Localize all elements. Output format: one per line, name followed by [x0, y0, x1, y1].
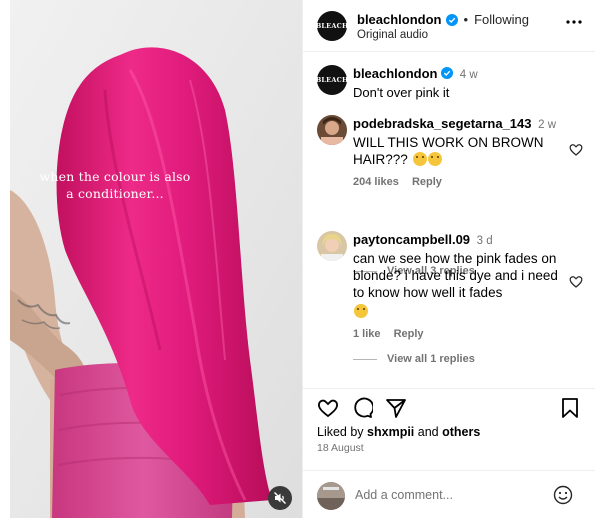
emoji-picker-icon[interactable]: [553, 485, 573, 505]
post-media[interactable]: when the colour is also a conditioner...: [10, 0, 302, 518]
reply-button[interactable]: Reply: [412, 176, 442, 188]
comment-text: can we see how the pink fades on blonde?…: [353, 251, 558, 300]
replies-divider: [353, 358, 377, 360]
avatar-image: [317, 115, 347, 145]
post-date[interactable]: 18 August: [317, 442, 364, 454]
bookmark-icon[interactable]: [559, 397, 581, 419]
post-actions: Liked by shxmpii and others 18 August: [303, 388, 595, 468]
speaker-muted-icon: [274, 492, 286, 504]
avatar-image: [317, 231, 347, 261]
overlay-line-2: a conditioner...: [66, 186, 164, 201]
comment-body: podebradska_segetarna_143 2 w WILL THIS …: [353, 115, 563, 191]
comment-text-row: can we see how the pink fades on blonde?…: [353, 250, 563, 320]
mute-button[interactable]: [268, 486, 292, 510]
header-username[interactable]: bleachlondon: [357, 12, 442, 27]
header-username-row: bleachlondon • Following: [357, 12, 529, 27]
comments-list[interactable]: BLEACH bleachlondon 4 w Don't over pink …: [303, 53, 595, 388]
avatar-image: [317, 482, 345, 510]
liked-prefix: Liked by: [317, 425, 364, 439]
verified-badge-icon: [445, 13, 458, 26]
heart-icon[interactable]: [569, 143, 583, 157]
heart-icon[interactable]: [317, 397, 339, 419]
share-icon[interactable]: [385, 397, 407, 419]
comment-meta: 1 like Reply: [353, 326, 563, 343]
caption-body: bleachlondon 4 w Don't over pink it: [353, 65, 573, 101]
comment-likes[interactable]: 204 likes: [353, 176, 399, 188]
overlay-line-1: when the colour is also: [39, 169, 191, 184]
header-separator: •: [463, 12, 469, 27]
verified-badge-icon: [441, 67, 454, 79]
more-dots-icon[interactable]: [565, 18, 583, 26]
avatar[interactable]: [317, 482, 345, 510]
liked-and: and: [417, 425, 439, 439]
comment-username[interactable]: paytoncampbell.09: [353, 232, 470, 247]
crying-face-emoji-icon: [427, 152, 442, 166]
following-button[interactable]: Following: [474, 12, 529, 27]
comment-username[interactable]: podebradska_segetarna_143: [353, 116, 531, 131]
comment-meta: 204 likes Reply: [353, 174, 563, 191]
view-replies-button[interactable]: View all 1 replies: [353, 353, 475, 365]
comment-text: WILL THIS WORK ON BROWN HAIR???: [353, 135, 544, 167]
comment-text-row: WILL THIS WORK ON BROWN HAIR???: [353, 134, 563, 168]
reply-button[interactable]: Reply: [394, 328, 424, 340]
comment-avatar[interactable]: [317, 231, 347, 261]
crying-face-emoji-icon: [412, 152, 427, 166]
caption-username[interactable]: bleachlondon: [353, 66, 438, 81]
caption-avatar[interactable]: BLEACH: [315, 65, 349, 95]
comment-likes[interactable]: 1 like: [353, 328, 381, 340]
instagram-post-view: when the colour is also a conditioner...…: [0, 0, 600, 518]
liked-others-link[interactable]: others: [442, 425, 480, 439]
comment-body: paytoncampbell.09 3 d can we see how the…: [353, 231, 563, 343]
caption-text: Don't over pink it: [353, 85, 450, 100]
add-comment-input[interactable]: [355, 485, 545, 505]
avatar[interactable]: BLEACH: [315, 11, 349, 41]
comment-avatar[interactable]: [317, 115, 347, 145]
liked-user-link[interactable]: shxmpii: [367, 425, 414, 439]
post-header: BLEACH bleachlondon • Following Original…: [303, 0, 595, 52]
post-sidebar: BLEACH bleachlondon • Following Original…: [302, 0, 595, 518]
view-replies-label: View all 1 replies: [387, 353, 475, 365]
brand-logo-text: BLEACH: [315, 22, 349, 30]
comment-time: 3 d: [476, 235, 493, 247]
comment-time: 2 w: [538, 119, 557, 131]
hair-photo: [10, 0, 302, 518]
comment-icon[interactable]: [351, 397, 373, 419]
caption-brand-logo-text: BLEACH: [315, 76, 349, 84]
liked-by: Liked by shxmpii and others: [317, 425, 480, 439]
add-comment-bar: [303, 470, 595, 518]
tired-face-emoji-icon: [354, 304, 368, 318]
original-audio-link[interactable]: Original audio: [357, 29, 428, 41]
caption-time: 4 w: [459, 69, 478, 81]
post-overlay-caption: when the colour is also a conditioner...: [10, 168, 220, 202]
heart-icon[interactable]: [569, 275, 583, 289]
